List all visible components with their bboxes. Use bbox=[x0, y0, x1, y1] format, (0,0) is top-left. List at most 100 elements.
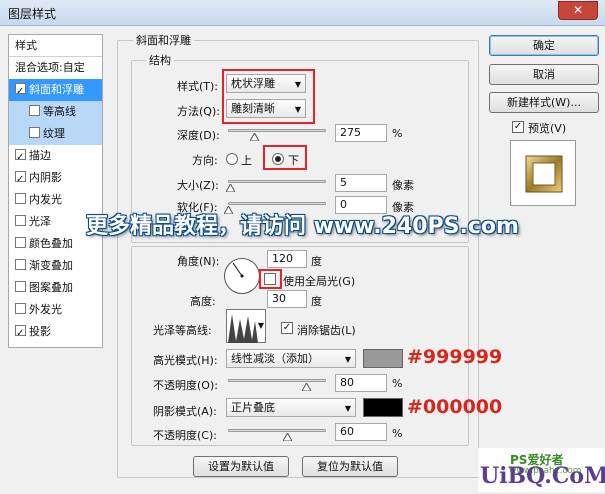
technique-select-value: 雕刻清晰 bbox=[231, 102, 275, 115]
technique-label: 方法(Q): bbox=[177, 105, 220, 118]
angle-label: 角度(N): bbox=[177, 255, 220, 268]
highlight-color-swatch[interactable] bbox=[363, 349, 403, 368]
sidebar-item[interactable]: 混合选项:自定 bbox=[9, 57, 102, 79]
sidebar-item[interactable]: 纹理 bbox=[9, 123, 102, 145]
sidebar-item-label: 投影 bbox=[29, 325, 51, 338]
new-style-button[interactable]: 新建样式(W)... bbox=[489, 92, 599, 113]
highlight-opacity-unit: % bbox=[392, 377, 403, 390]
sidebar-item-label: 颜色叠加 bbox=[29, 237, 73, 250]
style-label: 样式(T): bbox=[177, 80, 219, 93]
direction-down-radio[interactable] bbox=[272, 153, 284, 165]
sidebar-item[interactable]: 斜面和浮雕 bbox=[9, 79, 102, 103]
gloss-contour-picker[interactable]: ▼ bbox=[226, 309, 266, 343]
sidebar-item[interactable]: 投影 bbox=[9, 321, 102, 345]
direction-label: 方向: bbox=[192, 154, 218, 167]
shadow-hex-annotation: #000000 bbox=[407, 396, 503, 418]
shadow-opacity-thumb[interactable] bbox=[282, 433, 292, 441]
bevel-group-title: 斜面和浮雕 bbox=[133, 32, 194, 48]
gloss-contour-label: 光泽等高线: bbox=[153, 324, 212, 337]
depth-label: 深度(D): bbox=[177, 129, 220, 142]
shadow-opacity-label: 不透明度(C): bbox=[153, 429, 217, 442]
antialias-checkbox[interactable]: ✓ bbox=[281, 322, 293, 334]
sidebar-item-label: 渐变叠加 bbox=[29, 259, 73, 272]
sidebar-item-label: 内阴影 bbox=[29, 171, 62, 184]
sidebar-item[interactable]: 描边 bbox=[9, 145, 102, 169]
antialias-label: 消除锯齿(L) bbox=[297, 324, 356, 337]
depth-unit: % bbox=[392, 127, 403, 140]
technique-select[interactable]: 雕刻清晰 bbox=[226, 99, 306, 118]
shadow-opacity-input[interactable]: 60 bbox=[335, 423, 387, 441]
sidebar-item-checkbox[interactable] bbox=[15, 81, 26, 103]
direction-up-label: 上 bbox=[241, 154, 252, 167]
sidebar-item-checkbox[interactable] bbox=[15, 281, 26, 292]
global-light-label: 使用全局光(G) bbox=[283, 275, 356, 288]
angle-dial[interactable] bbox=[224, 258, 260, 294]
sidebar-item[interactable]: 渐变叠加 bbox=[9, 255, 102, 277]
shadow-opacity-unit: % bbox=[392, 427, 403, 440]
direction-up-radio[interactable] bbox=[226, 153, 238, 165]
size-slider[interactable] bbox=[228, 180, 326, 183]
sidebar-item-label: 混合选项:自定 bbox=[15, 61, 85, 74]
sidebar-item[interactable]: 等高线 bbox=[9, 101, 102, 123]
sidebar-item-label: 外发光 bbox=[29, 303, 62, 316]
sidebar-item-label: 光泽 bbox=[29, 215, 51, 228]
highlight-opacity-label: 不透明度(O): bbox=[153, 379, 218, 392]
cancel-button[interactable]: 取消 bbox=[489, 64, 599, 85]
sidebar-item-checkbox[interactable] bbox=[15, 193, 26, 204]
preview-label: 预览(V) bbox=[528, 122, 567, 135]
sidebar-item-checkbox[interactable] bbox=[29, 105, 40, 116]
depth-input[interactable]: 275 bbox=[335, 124, 387, 142]
size-slider-thumb[interactable] bbox=[225, 184, 235, 192]
depth-slider-thumb[interactable] bbox=[250, 133, 260, 141]
sidebar-item-checkbox[interactable] bbox=[15, 215, 26, 226]
highlight-opacity-slider[interactable] bbox=[228, 379, 326, 382]
sidebar-item-checkbox[interactable] bbox=[15, 169, 26, 191]
style-select[interactable]: 枕状浮雕 bbox=[226, 74, 306, 93]
shadow-mode-label: 阴影模式(A): bbox=[153, 405, 217, 418]
size-input[interactable]: 5 bbox=[335, 174, 387, 192]
soften-slider[interactable] bbox=[228, 202, 326, 205]
highlight-opacity-input[interactable]: 80 bbox=[335, 374, 387, 392]
size-unit: 像素 bbox=[392, 179, 414, 192]
sidebar-item-checkbox[interactable] bbox=[15, 259, 26, 270]
altitude-unit: 度 bbox=[311, 295, 322, 308]
sidebar-item-checkbox[interactable] bbox=[15, 323, 26, 345]
global-light-checkbox[interactable] bbox=[264, 273, 276, 285]
sidebar-item-checkbox[interactable] bbox=[29, 127, 40, 138]
style-list: 样式混合选项:自定斜面和浮雕等高线纹理描边内阴影内发光光泽颜色叠加渐变叠加图案叠… bbox=[8, 34, 103, 348]
highlight-box-direction bbox=[263, 145, 307, 170]
set-default-button[interactable]: 设置为默认值 bbox=[193, 456, 289, 477]
shadow-mode-value: 正片叠底 bbox=[231, 401, 275, 414]
shadow-color-swatch[interactable] bbox=[363, 398, 403, 417]
highlight-hex-annotation: #999999 bbox=[407, 346, 503, 368]
highlight-mode-select[interactable]: 线性减淡（添加） bbox=[226, 349, 356, 368]
sidebar-item-label: 图案叠加 bbox=[29, 281, 73, 294]
chevron-down-icon: ▼ bbox=[257, 321, 264, 330]
preview-checkbox[interactable]: ✓ bbox=[512, 121, 524, 133]
shadow-mode-select[interactable]: 正片叠底 bbox=[226, 398, 356, 417]
sidebar-item-checkbox[interactable] bbox=[15, 147, 26, 169]
tutorial-watermark: 更多精品教程，请访问 www.240PS.com bbox=[86, 214, 519, 239]
depth-slider[interactable] bbox=[228, 129, 326, 132]
highlight-mode-label: 高光模式(H): bbox=[153, 354, 218, 367]
altitude-input[interactable]: 30 bbox=[267, 290, 307, 308]
close-button[interactable]: ✕ bbox=[558, 1, 598, 20]
sidebar-item-checkbox[interactable] bbox=[15, 237, 26, 248]
style-preview-thumbnail bbox=[510, 140, 576, 206]
shadow-opacity-slider[interactable] bbox=[228, 429, 326, 432]
angle-input[interactable]: 120 bbox=[267, 250, 307, 268]
sidebar-item[interactable]: 图案叠加 bbox=[9, 277, 102, 299]
highlight-opacity-thumb[interactable] bbox=[302, 383, 312, 391]
sidebar-item-label: 样式 bbox=[15, 39, 37, 52]
sidebar-item[interactable]: 内阴影 bbox=[9, 167, 102, 191]
sidebar-item-checkbox[interactable] bbox=[15, 303, 26, 314]
sidebar-item[interactable]: 外发光 bbox=[9, 299, 102, 321]
reset-default-button[interactable]: 复位为默认值 bbox=[302, 456, 398, 477]
sidebar-item-label: 纹理 bbox=[43, 127, 65, 140]
window-title: 图层样式 bbox=[8, 7, 57, 21]
sidebar-item[interactable]: 样式 bbox=[9, 35, 102, 57]
size-label: 大小(Z): bbox=[177, 179, 219, 192]
ok-button[interactable]: 确定 bbox=[489, 35, 599, 56]
sidebar-item-label: 等高线 bbox=[43, 105, 76, 118]
uibq-logo: UiBQ.CoM bbox=[480, 463, 605, 489]
